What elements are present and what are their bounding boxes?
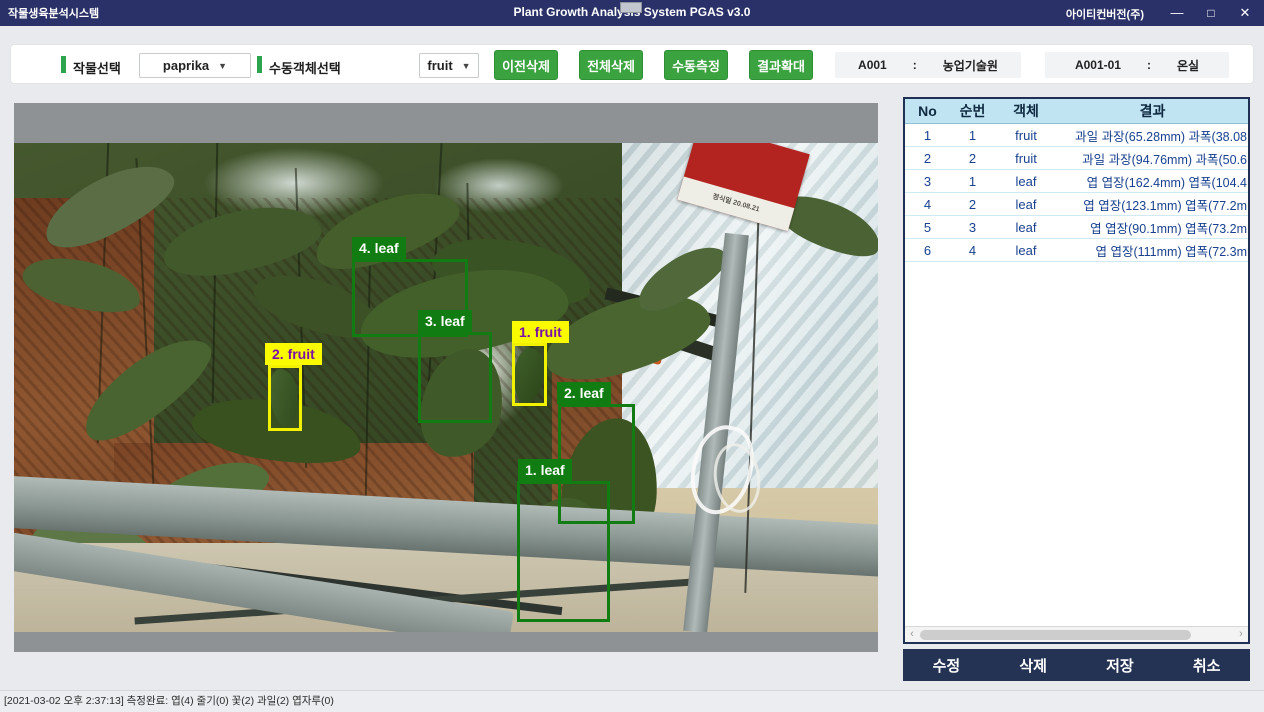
table-row[interactable]: 4 2 leaf 엽 엽장(123.1mm) 엽폭(77.2m bbox=[905, 193, 1248, 216]
cell-seq: 1 bbox=[950, 128, 995, 143]
crop-select-value: paprika bbox=[163, 58, 209, 73]
crop-select-tick bbox=[61, 56, 66, 73]
cell-object: fruit bbox=[995, 151, 1057, 166]
annotation-label-leaf-3[interactable]: 3. leaf bbox=[418, 310, 472, 332]
house-name: 온실 bbox=[1177, 57, 1199, 74]
cell-result: 엽 엽장(111mm) 엽폭(72.3m bbox=[1057, 241, 1248, 260]
cell-object: leaf bbox=[995, 174, 1057, 189]
header-no: No bbox=[905, 103, 950, 119]
cell-object: leaf bbox=[995, 220, 1057, 235]
annotation-label-fruit-1[interactable]: 1. fruit bbox=[512, 321, 569, 343]
cell-seq: 3 bbox=[950, 220, 995, 235]
cell-no: 4 bbox=[905, 197, 950, 212]
annotation-label-leaf-1[interactable]: 1. leaf bbox=[518, 459, 572, 481]
table-empty-area bbox=[905, 262, 1248, 626]
cell-object: leaf bbox=[995, 243, 1057, 258]
cell-no: 1 bbox=[905, 128, 950, 143]
cell-no: 6 bbox=[905, 243, 950, 258]
minimize-icon[interactable]: — bbox=[1162, 0, 1192, 26]
cell-no: 3 bbox=[905, 174, 950, 189]
crop-select-label: 작물선택 bbox=[73, 58, 121, 77]
cell-seq: 1 bbox=[950, 174, 995, 189]
results-panel: No 순번 객체 결과 1 1 fruit 과일 과장(65.28mm) 과폭(… bbox=[903, 97, 1250, 681]
house-info-box: A001-01 : 온실 bbox=[1045, 52, 1229, 78]
cell-result: 과일 과장(65.28mm) 과폭(38.08 bbox=[1057, 126, 1248, 145]
cell-no: 5 bbox=[905, 220, 950, 235]
cell-result: 과일 과장(94.76mm) 과폭(50.6 bbox=[1057, 149, 1248, 168]
annotation-box-leaf-3[interactable] bbox=[418, 332, 492, 423]
house-separator: : bbox=[1147, 58, 1151, 72]
crop-select-dropdown[interactable]: paprika ▼ bbox=[139, 53, 251, 78]
company-label: 아이티컨버전(주) bbox=[1066, 6, 1144, 22]
cell-seq: 4 bbox=[950, 243, 995, 258]
cell-seq: 2 bbox=[950, 197, 995, 212]
delete-previous-button[interactable]: 이전삭제 bbox=[494, 50, 558, 80]
close-icon[interactable]: ✕ bbox=[1230, 0, 1260, 26]
annotation-label-leaf-4[interactable]: 4. leaf bbox=[352, 237, 406, 259]
cell-result: 엽 엽장(162.4mm) 엽폭(104.4 bbox=[1057, 172, 1248, 191]
object-select-dropdown[interactable]: fruit ▼ bbox=[419, 53, 479, 78]
horizontal-scrollbar[interactable]: ‹ › bbox=[905, 626, 1248, 642]
title-badge-icon bbox=[620, 2, 642, 13]
table-row[interactable]: 3 1 leaf 엽 엽장(162.4mm) 엽폭(104.4 bbox=[905, 170, 1248, 193]
scroll-left-icon[interactable]: ‹ bbox=[905, 627, 919, 642]
status-bar: [2021-03-02 오후 2:37:13] 측정완료: 엽(4) 줄기(0)… bbox=[0, 690, 1264, 712]
manual-object-label: 수동객체선택 bbox=[269, 58, 341, 77]
delete-button[interactable]: 삭제 bbox=[990, 649, 1077, 681]
table-row[interactable]: 5 3 leaf 엽 엽장(90.1mm) 엽폭(73.2m bbox=[905, 216, 1248, 239]
scrollbar-track[interactable] bbox=[919, 629, 1234, 641]
house-code: A001-01 bbox=[1075, 58, 1121, 72]
site-code: A001 bbox=[858, 58, 887, 72]
maximize-icon[interactable]: □ bbox=[1196, 0, 1226, 26]
annotation-box-leaf-1[interactable] bbox=[517, 481, 610, 622]
caret-down-icon: ▼ bbox=[218, 61, 227, 71]
status-text: [2021-03-02 오후 2:37:13] 측정완료: 엽(4) 줄기(0)… bbox=[4, 695, 334, 707]
site-name: 농업기술원 bbox=[943, 57, 998, 74]
manual-measure-button[interactable]: 수동측정 bbox=[664, 50, 728, 80]
object-select-value: fruit bbox=[427, 58, 452, 73]
scrollbar-thumb[interactable] bbox=[920, 630, 1191, 640]
header-result: 결과 bbox=[1057, 101, 1248, 121]
toolbar: 작물선택 paprika ▼ 수동객체선택 fruit ▼ 이전삭제 전체삭제 … bbox=[10, 44, 1254, 84]
cell-no: 2 bbox=[905, 151, 950, 166]
save-button[interactable]: 저장 bbox=[1077, 649, 1164, 681]
camera-image-viewer: 정식일 20.08.21 4. leaf 3. leaf 1. fruit 2.… bbox=[14, 103, 878, 652]
annotation-label-fruit-2[interactable]: 2. fruit bbox=[265, 343, 322, 365]
edit-button[interactable]: 수정 bbox=[903, 649, 990, 681]
annotation-box-fruit-2[interactable] bbox=[268, 365, 302, 431]
table-row[interactable]: 2 2 fruit 과일 과장(94.76mm) 과폭(50.6 bbox=[905, 147, 1248, 170]
cell-object: fruit bbox=[995, 128, 1057, 143]
cell-result: 엽 엽장(90.1mm) 엽폭(73.2m bbox=[1057, 218, 1248, 237]
site-info-box: A001 : 농업기술원 bbox=[835, 52, 1021, 78]
site-separator: : bbox=[913, 58, 917, 72]
cell-object: leaf bbox=[995, 197, 1057, 212]
header-object: 객체 bbox=[995, 101, 1057, 121]
cell-seq: 2 bbox=[950, 151, 995, 166]
table-header: No 순번 객체 결과 bbox=[905, 99, 1248, 124]
cancel-button[interactable]: 취소 bbox=[1163, 649, 1250, 681]
annotation-label-leaf-2[interactable]: 2. leaf bbox=[557, 382, 611, 404]
action-bar: 수정 삭제 저장 취소 bbox=[903, 649, 1250, 681]
table-row[interactable]: 6 4 leaf 엽 엽장(111mm) 엽폭(72.3m bbox=[905, 239, 1248, 262]
annotation-box-fruit-1[interactable] bbox=[512, 343, 547, 406]
results-table: No 순번 객체 결과 1 1 fruit 과일 과장(65.28mm) 과폭(… bbox=[903, 97, 1250, 644]
manual-object-tick bbox=[257, 56, 262, 73]
delete-all-button[interactable]: 전체삭제 bbox=[579, 50, 643, 80]
header-seq: 순번 bbox=[950, 101, 995, 121]
title-bar: 작물생육분석시스템 Plant Growth Analysis System P… bbox=[0, 0, 1264, 26]
result-zoom-button[interactable]: 결과확대 bbox=[749, 50, 813, 80]
table-row[interactable]: 1 1 fruit 과일 과장(65.28mm) 과폭(38.08 bbox=[905, 124, 1248, 147]
scroll-right-icon[interactable]: › bbox=[1234, 627, 1248, 642]
caret-down-icon: ▼ bbox=[462, 61, 471, 71]
cell-result: 엽 엽장(123.1mm) 엽폭(77.2m bbox=[1057, 195, 1248, 214]
